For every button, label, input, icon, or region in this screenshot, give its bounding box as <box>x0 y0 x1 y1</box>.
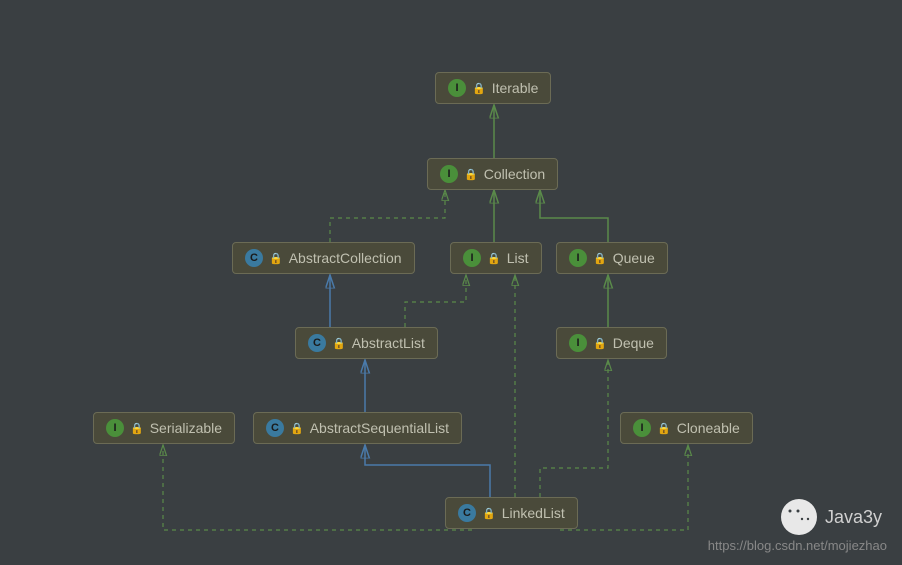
node-queue[interactable]: I 🔒 Queue <box>556 242 668 274</box>
node-cloneable[interactable]: I 🔒 Cloneable <box>620 412 753 444</box>
node-serializable[interactable]: I 🔒 Serializable <box>93 412 235 444</box>
node-linkedlist[interactable]: C 🔒 LinkedList <box>445 497 578 529</box>
node-label: AbstractList <box>352 335 425 351</box>
lock-icon: 🔒 <box>482 507 496 520</box>
node-label: Cloneable <box>677 420 740 436</box>
interface-icon: I <box>463 249 481 267</box>
interface-icon: I <box>440 165 458 183</box>
watermark: Java3y <box>781 499 882 535</box>
class-icon: C <box>266 419 284 437</box>
class-icon: C <box>458 504 476 522</box>
url-watermark: https://blog.csdn.net/mojiezhao <box>708 538 887 553</box>
watermark-text: Java3y <box>825 507 882 528</box>
lock-icon: 🔒 <box>593 337 607 350</box>
node-abstractlist[interactable]: C 🔒 AbstractList <box>295 327 438 359</box>
node-label: LinkedList <box>502 505 565 521</box>
node-label: List <box>507 250 529 266</box>
lock-icon: 🔒 <box>332 337 346 350</box>
node-list[interactable]: I 🔒 List <box>450 242 542 274</box>
lock-icon: 🔒 <box>472 82 486 95</box>
lock-icon: 🔒 <box>290 422 304 435</box>
lock-icon: 🔒 <box>464 168 478 181</box>
interface-icon: I <box>448 79 466 97</box>
node-abstractsequentiallist[interactable]: C 🔒 AbstractSequentialList <box>253 412 462 444</box>
interface-icon: I <box>106 419 124 437</box>
node-label: Serializable <box>150 420 222 436</box>
lock-icon: 🔒 <box>130 422 144 435</box>
node-label: Collection <box>484 166 545 182</box>
node-label: Queue <box>613 250 655 266</box>
node-label: AbstractSequentialList <box>310 420 449 436</box>
node-collection[interactable]: I 🔒 Collection <box>427 158 558 190</box>
lock-icon: 🔒 <box>269 252 283 265</box>
node-deque[interactable]: I 🔒 Deque <box>556 327 667 359</box>
lock-icon: 🔒 <box>657 422 671 435</box>
interface-icon: I <box>569 249 587 267</box>
class-icon: C <box>245 249 263 267</box>
interface-icon: I <box>633 419 651 437</box>
node-label: Deque <box>613 335 654 351</box>
lock-icon: 🔒 <box>593 252 607 265</box>
class-icon: C <box>308 334 326 352</box>
wechat-icon <box>781 499 817 535</box>
node-iterable[interactable]: I 🔒 Iterable <box>435 72 551 104</box>
interface-icon: I <box>569 334 587 352</box>
node-label: AbstractCollection <box>289 250 402 266</box>
node-abstractcollection[interactable]: C 🔒 AbstractCollection <box>232 242 415 274</box>
node-label: Iterable <box>492 80 539 96</box>
lock-icon: 🔒 <box>487 252 501 265</box>
